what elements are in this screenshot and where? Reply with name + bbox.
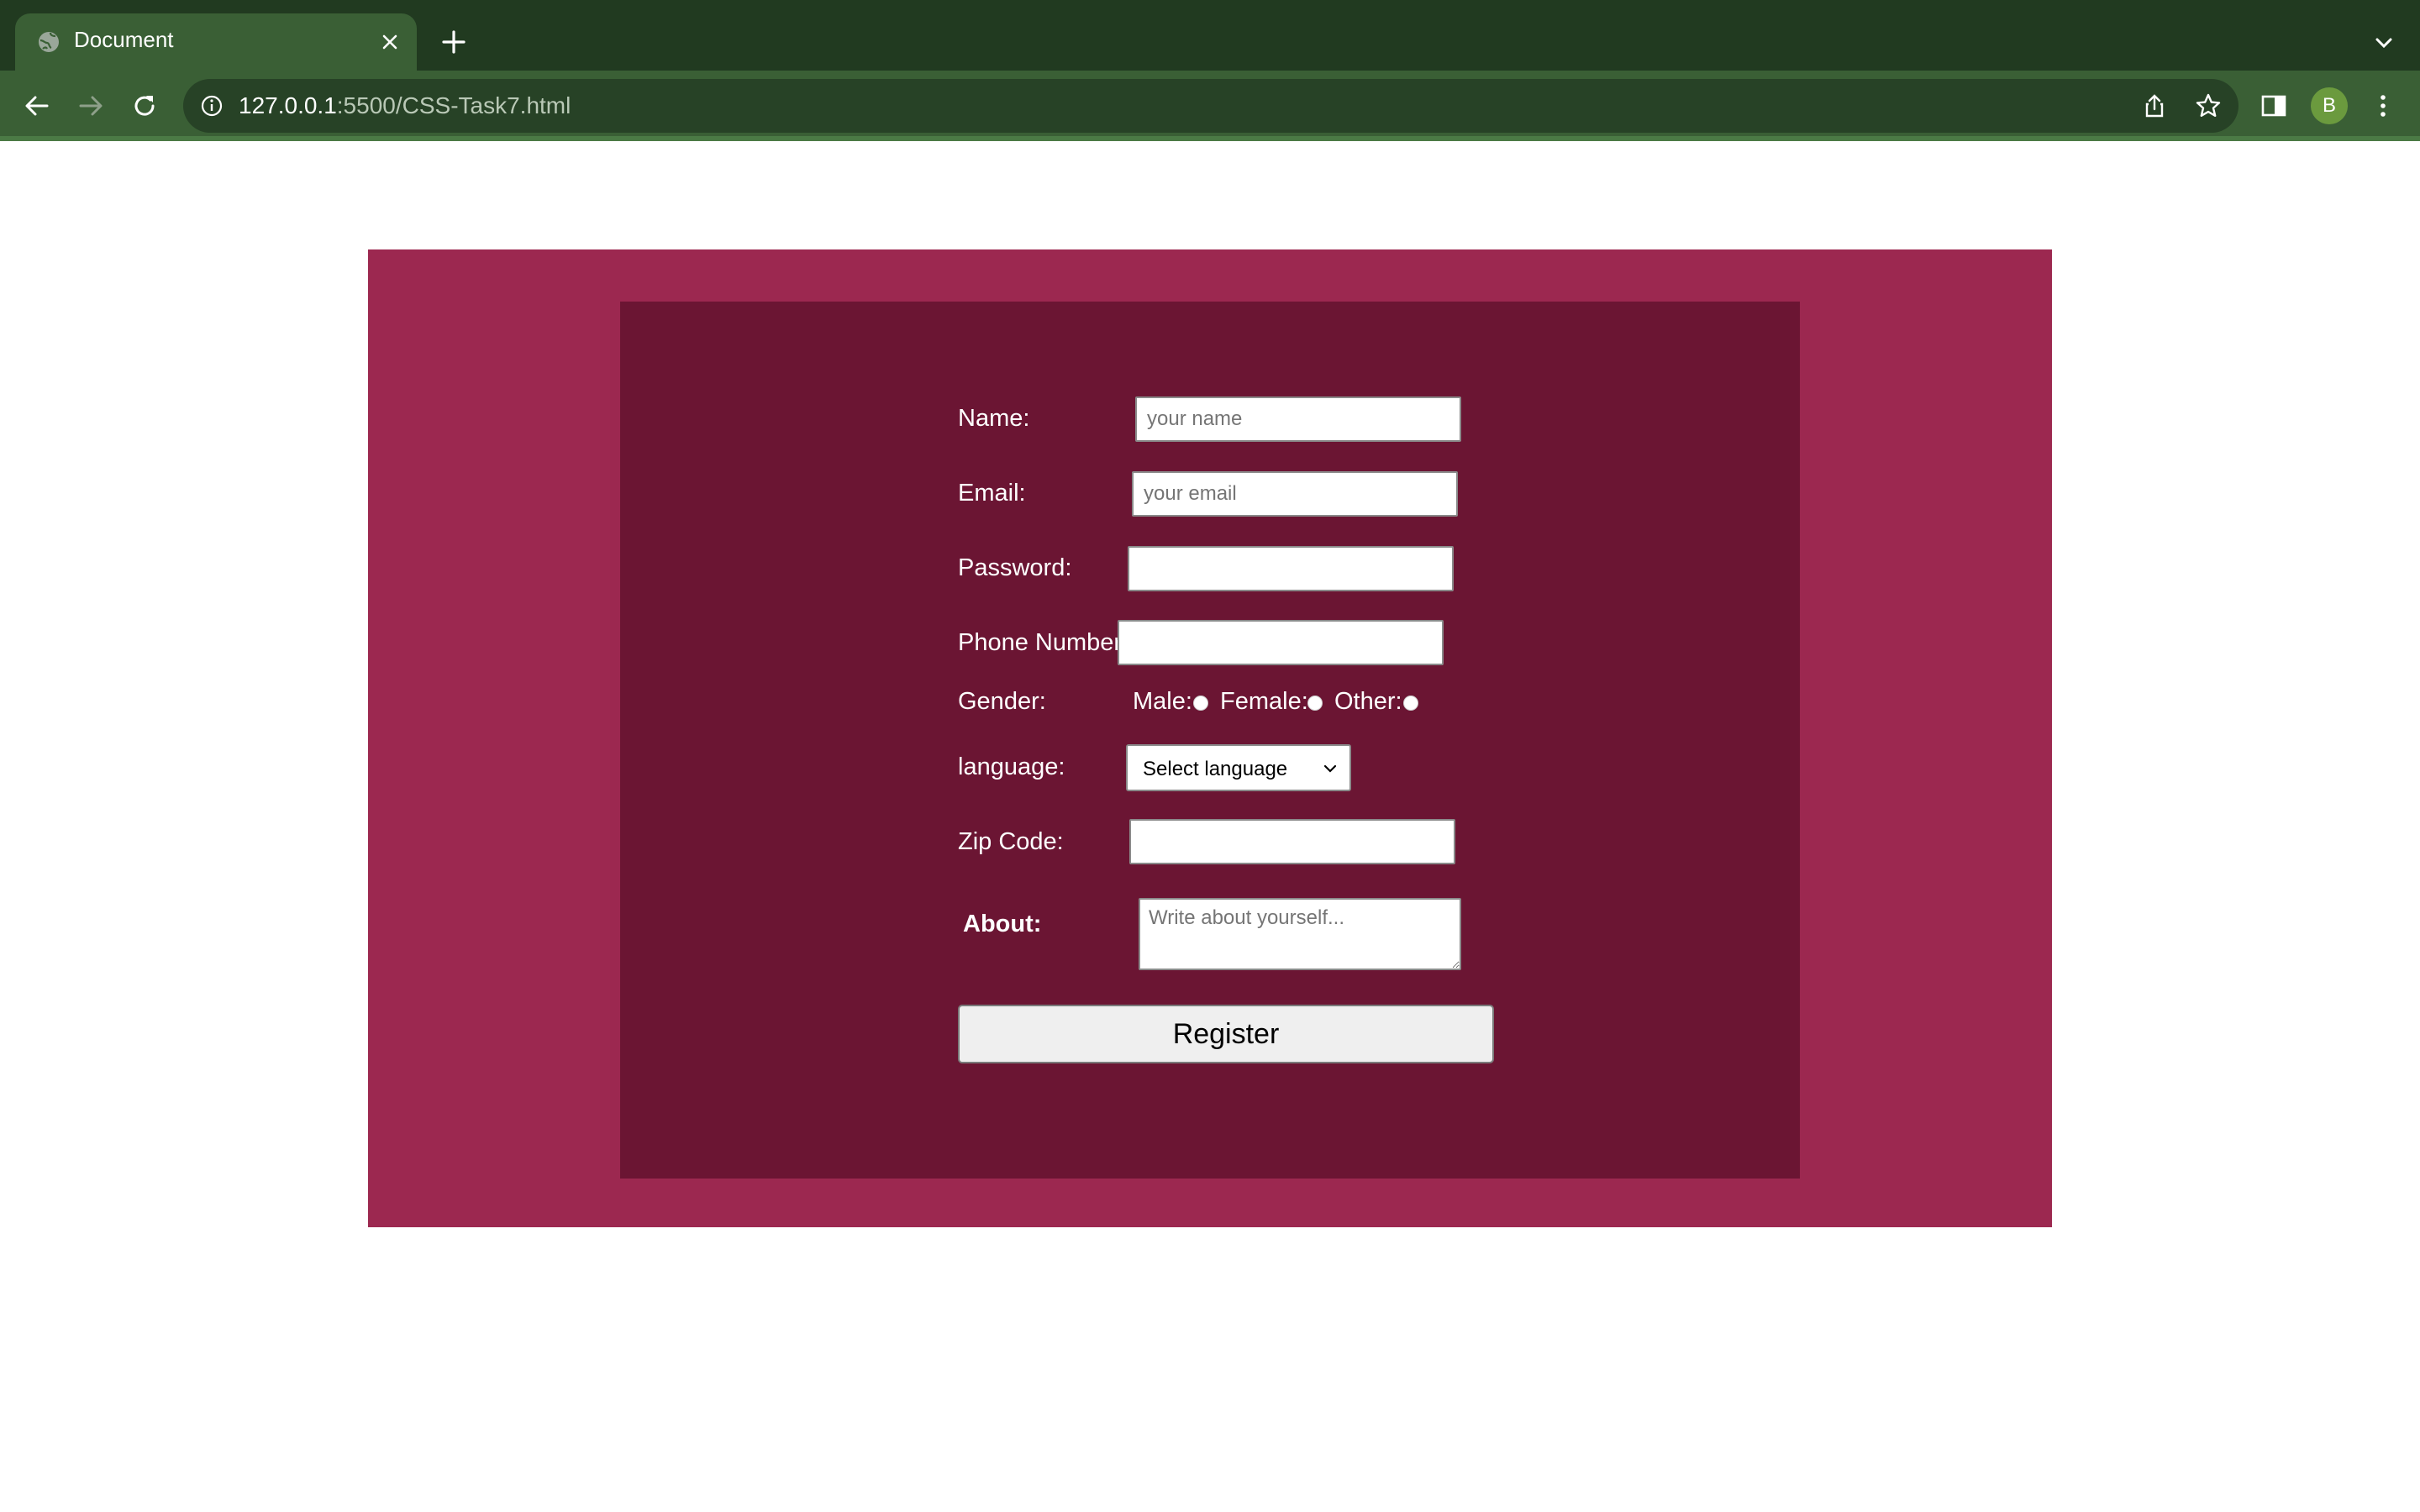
phone-label: Phone Number:: [958, 629, 1129, 656]
register-button[interactable]: Register: [958, 1005, 1494, 1063]
phone-input[interactable]: [1118, 620, 1444, 665]
email-input[interactable]: [1132, 471, 1458, 517]
site-info-icon[interactable]: [198, 92, 225, 119]
language-selected-value: Select language: [1143, 758, 1288, 780]
reload-icon[interactable]: [128, 89, 161, 123]
toolbar-divider: [0, 136, 2420, 141]
bookmark-star-icon[interactable]: [2193, 91, 2223, 121]
name-input[interactable]: [1135, 396, 1461, 442]
url-text[interactable]: 127.0.0.1:5500/CSS-Task7.html: [239, 92, 571, 119]
gender-option-female-label: Female:: [1220, 688, 1308, 715]
back-icon[interactable]: [20, 89, 54, 123]
language-label: language:: [958, 753, 1065, 780]
share-icon[interactable]: [2139, 91, 2170, 121]
url-path: :5500/CSS-Task7.html: [336, 92, 571, 118]
name-label: Name:: [958, 405, 1030, 432]
chevron-down-icon: [1323, 764, 1337, 773]
gender-female-radio[interactable]: [1307, 696, 1323, 711]
zip-label: Zip Code:: [958, 828, 1064, 855]
gender-male-radio[interactable]: [1193, 696, 1208, 711]
side-panel-icon[interactable]: [2259, 91, 2289, 121]
forward-icon[interactable]: [74, 89, 108, 123]
new-tab-icon[interactable]: [437, 25, 471, 59]
close-tab-icon[interactable]: [376, 29, 403, 55]
gender-label: Gender:: [958, 688, 1046, 715]
more-menu-icon[interactable]: [2368, 91, 2398, 121]
password-label: Password:: [958, 554, 1072, 581]
tab-title: Document: [74, 27, 174, 52]
gender-other-radio[interactable]: [1403, 696, 1418, 711]
email-label: Email:: [958, 480, 1026, 507]
about-textarea[interactable]: [1139, 898, 1461, 970]
password-input[interactable]: [1128, 546, 1454, 591]
gender-option-other-label: Other:: [1334, 688, 1402, 715]
tab-search-chevron-icon[interactable]: [2370, 29, 2398, 57]
url-host: 127.0.0.1: [239, 92, 337, 118]
tab-document[interactable]: Document: [15, 13, 417, 71]
profile-avatar[interactable]: B: [2311, 87, 2348, 124]
globe-icon: [39, 32, 59, 52]
gender-option-male-label: Male:: [1133, 688, 1192, 715]
zip-input[interactable]: [1129, 819, 1455, 864]
language-select[interactable]: Select language: [1126, 744, 1351, 791]
about-label: About:: [963, 911, 1042, 937]
